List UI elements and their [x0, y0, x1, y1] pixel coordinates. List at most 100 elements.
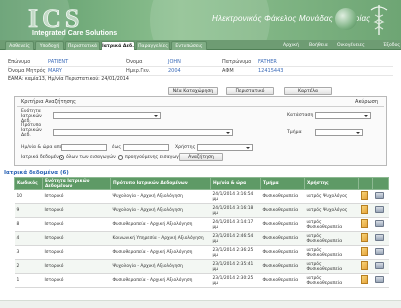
caduceus-icon	[370, 5, 388, 35]
results-title: Ιατρικά δεδομένα (6)	[4, 170, 69, 176]
table-row[interactable]: 9 Ιστορικό Ψυχολογία - Αρχική Αξιολόγηση…	[14, 203, 389, 218]
edit-icon[interactable]	[360, 275, 368, 284]
user-select[interactable]	[197, 144, 253, 151]
cell-datetime: 23/1/2014 2:36:25 μμ	[210, 245, 261, 260]
print-icon[interactable]	[374, 248, 384, 255]
edit-icon[interactable]	[360, 205, 368, 214]
template-select[interactable]	[53, 129, 233, 136]
firstname-label: Όνομα	[126, 59, 143, 65]
cell-code: 3	[14, 245, 43, 260]
department-label: Τμήμα	[287, 130, 302, 135]
cell-user: ιατρός Φυσικοθεραπεία	[304, 217, 359, 232]
print-icon[interactable]	[374, 220, 384, 227]
column-header[interactable]: Πρότυπο Ιατρικών Δεδομένων	[110, 177, 211, 190]
logout-link[interactable]: Έξοδος	[383, 41, 400, 50]
print-icon[interactable]	[374, 262, 384, 269]
cell-code: 1	[14, 273, 43, 288]
patient-info: Επώνυμο PATIENT Όνομα JOHN Πατρώνυμο FAT…	[8, 58, 393, 76]
edit-icon[interactable]	[360, 247, 368, 256]
print-icon[interactable]	[374, 234, 384, 241]
search-criteria-panel: Κριτήρια Αναζήτησης Ακύρωση Ενότητα Ιατρ…	[14, 96, 387, 166]
edit-icon[interactable]	[360, 191, 368, 200]
cell-section: Ιστορικό	[42, 203, 111, 218]
cell-section: Ιστορικό	[42, 259, 111, 274]
mothername-label: Όνομα Μητρός	[8, 68, 46, 74]
edit-icon[interactable]	[360, 261, 368, 270]
card-button[interactable]: Καρτέλα	[284, 87, 332, 95]
print-icon[interactable]	[374, 276, 384, 283]
date-to-input[interactable]	[123, 144, 169, 151]
print-icon[interactable]	[374, 206, 384, 213]
cell-department: Φυσικοθεραπεία	[260, 189, 305, 204]
table-row[interactable]: 4 Ιστορικό Κοινωνική Υπηρεσία - Αρχική Α…	[14, 231, 389, 246]
logo-subtitle: Integrated Care Solutions	[32, 30, 118, 37]
tab-impressions[interactable]: Εντυπώσεις	[171, 41, 207, 50]
status-select[interactable]	[315, 112, 371, 119]
user-label: Χρήστης	[175, 145, 196, 150]
criteria-title: Κριτήρια Αναζήτησης	[21, 99, 76, 105]
cell-datetime: 23/1/2014 2:30:25 μμ	[210, 273, 261, 288]
column-header[interactable]: Ημ/νία & ώρα	[210, 177, 261, 190]
filter-label: Ιατρικά δεδομένα	[21, 155, 62, 160]
globe-icon	[335, 8, 357, 30]
column-header[interactable]: Κωδικός	[14, 177, 43, 190]
afm-label: ΑΦΜ	[222, 68, 234, 74]
tab-cases[interactable]: Περιστατικά	[65, 41, 100, 50]
section-label: Ενότητα Ιατρικών Δεδ.	[21, 109, 42, 124]
table-row[interactable]: 2 Ιστορικό Ψυχολογία - Αρχική Αξιολόγηση…	[14, 259, 389, 274]
cell-template: Φυσιοθεραπεία - Αρχική Αξιολόγηση	[110, 245, 211, 260]
cancel-link[interactable]: Ακύρωση	[355, 99, 378, 105]
table-row[interactable]: 3 Ιστορικό Φυσιοθεραπεία - Αρχική Αξιολό…	[14, 245, 389, 260]
visit-button[interactable]: Περιστατικό	[226, 87, 274, 95]
cell-section: Ιστορικό	[42, 273, 111, 288]
dob-value: 2004	[168, 68, 181, 74]
main-tabbar: Ασθενείς Υποδοχή Περιστατικά Ιατρικά Δεδ…	[0, 40, 401, 50]
column-header[interactable]: Τμήμα	[260, 177, 305, 190]
department-select[interactable]	[315, 129, 363, 136]
cell-code: 2	[14, 259, 43, 274]
cell-template: Ψυχολογία - Αρχική Αξιολόγηση	[110, 259, 211, 274]
home-link[interactable]: Αρχική	[283, 41, 299, 50]
all-admissions-radio[interactable]	[59, 155, 64, 160]
table-row[interactable]: 8 Ιστορικό Φυσιοθεραπεία - Αρχική Αξιολό…	[14, 217, 389, 232]
cell-section: Ιστορικό	[42, 189, 111, 204]
column-header-blank	[358, 177, 373, 190]
edit-icon[interactable]	[360, 219, 368, 228]
cell-user: ιατρός Ψυχολόγος	[304, 189, 359, 204]
column-header[interactable]: Χρήστης	[304, 177, 359, 190]
tab-patients[interactable]: Ασθενείς	[5, 41, 34, 50]
cell-code: 4	[14, 231, 43, 246]
template-label: Πρότυπο Ιατρικών Δεδ.	[21, 123, 42, 138]
previous-admission-radio[interactable]	[118, 155, 123, 160]
tab-medical-data[interactable]: Ιατρικά Δεδ.	[101, 41, 135, 50]
cell-template: Κοινωνική Υπηρεσία - Αρχική Αξιολόγηση	[110, 231, 211, 246]
cell-user: ιατρός Φυσικοθεραπεία	[304, 231, 359, 246]
date-from-input[interactable]	[61, 144, 107, 151]
table-row[interactable]: 1 Ιστορικό Φυσιοθεραπεία - Αρχική Αξιολό…	[14, 273, 389, 288]
cell-template: Ψυχολογία - Αρχική Αξιολόγηση	[110, 203, 211, 218]
column-header[interactable]: Ενότητα Ιατρικών Δεδομένων	[42, 177, 111, 190]
new-entry-button[interactable]: Νέα Καταχώρηση	[168, 87, 218, 95]
divider	[17, 106, 384, 107]
families-link[interactable]: Οικογένειες	[337, 41, 365, 50]
help-link[interactable]: Βοήθεια	[309, 41, 328, 50]
edit-icon[interactable]	[360, 233, 368, 242]
print-icon[interactable]	[374, 192, 384, 199]
dob-label: Ημερ.Γεν.	[126, 68, 151, 74]
afm-value: 12415443	[258, 68, 284, 74]
cell-datetime: 24/1/2014 3:16:54 μμ	[210, 189, 261, 204]
search-button[interactable]: Αναζήτηση	[179, 153, 223, 161]
date-to-label: έως	[112, 145, 122, 150]
patient-info-row: Επώνυμο PATIENT Όνομα JOHN Πατρώνυμο FAT…	[8, 58, 393, 67]
tab-reception[interactable]: Υποδοχή	[35, 41, 64, 50]
cell-template: Φυσιοθεραπεία - Αρχική Αξιολόγηση	[110, 217, 211, 232]
previous-admission-label: προηγούμενης εισαγωγής	[125, 155, 185, 160]
cell-datetime: 24/1/2014 3:14:17 μμ	[210, 217, 261, 232]
cell-user: ιατρός Φυσικοθεραπεία	[304, 273, 359, 288]
table-row[interactable]: 10 Ιστορικό Ψυχολογία - Αρχική Αξιολόγησ…	[14, 189, 389, 204]
tab-orders[interactable]: Παραγγελίες	[136, 41, 170, 50]
section-select[interactable]	[53, 112, 161, 119]
status-label: Κατάσταση	[287, 113, 314, 118]
cell-user: ιατρός Ψυχολόγος	[304, 203, 359, 218]
cell-datetime: 23/1/2014 2:35:41 μμ	[210, 259, 261, 274]
